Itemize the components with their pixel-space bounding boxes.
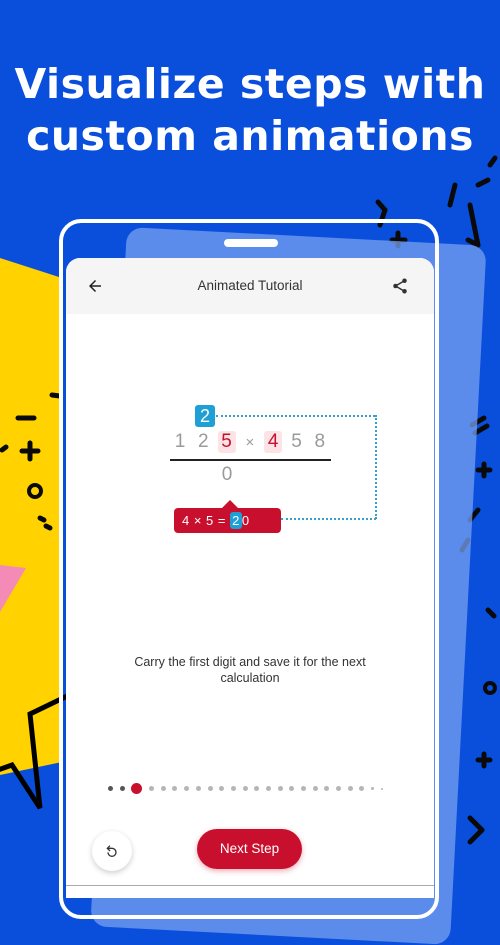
- tooltip-equation: 4 × 5 =: [182, 513, 231, 528]
- next-step-button[interactable]: Next Step: [197, 829, 302, 869]
- promo-headline: Visualize steps with custom animations: [0, 58, 500, 162]
- progress-dot: [230, 786, 236, 791]
- progress-dot: [289, 786, 295, 791]
- progress-dot: [242, 786, 248, 791]
- carry-connector-side: [375, 415, 377, 519]
- progress-dot: [312, 786, 318, 791]
- phone-speaker: [224, 239, 278, 247]
- headline-line-1: Visualize steps with: [14, 60, 486, 108]
- problem-digit: 4: [264, 431, 283, 453]
- headline-line-2: custom animations: [26, 112, 474, 160]
- progress-dot: [371, 787, 375, 790]
- carry-digit: 2: [195, 405, 215, 427]
- progress-dot: [324, 786, 330, 791]
- progress-dot: [359, 786, 365, 791]
- progress-dot: [254, 786, 260, 791]
- progress-dot: [149, 786, 155, 791]
- progress-dot: [172, 786, 178, 791]
- progress-dot: [119, 786, 125, 791]
- carry-connector-bottom: [281, 518, 376, 520]
- progress-dot: [347, 786, 353, 791]
- step-tooltip: 4 × 5 = 20: [174, 500, 281, 533]
- undo-button[interactable]: [92, 831, 132, 871]
- step-progress-indicator: [108, 783, 390, 794]
- progress-dot: [265, 786, 271, 791]
- problem-digit: 8: [314, 431, 326, 452]
- progress-dot-active: [131, 783, 143, 794]
- problem-digit: 5: [217, 431, 236, 453]
- progress-dot: [195, 786, 201, 791]
- tooltip-carry-digit: 2: [230, 512, 242, 529]
- progress-dot: [184, 786, 190, 791]
- progress-dot: [219, 786, 225, 791]
- problem-digit: 5: [291, 431, 302, 452]
- result-line: [170, 459, 331, 461]
- app-screen: Animated Tutorial 2 1 2 5 × 4 5 8 0 4 × 5 = 20…: [66, 258, 434, 898]
- progress-dot: [380, 787, 383, 790]
- nav-divider: [66, 885, 434, 886]
- result-digit: 0: [221, 464, 233, 485]
- carry-connector-top: [216, 415, 375, 417]
- problem-digit: 2: [198, 431, 209, 452]
- problem-digit: 1: [174, 431, 186, 452]
- progress-dot: [207, 786, 213, 791]
- progress-dot: [160, 786, 166, 791]
- undo-icon: [106, 845, 117, 857]
- multiply-sign: ×: [245, 434, 255, 451]
- progress-dot: [108, 786, 113, 791]
- tooltip-remainder: 0: [241, 513, 250, 528]
- progress-dot: [301, 786, 306, 791]
- multiplication-visualizer: 2 1 2 5 × 4 5 8 0 4 × 5 = 20: [66, 258, 434, 898]
- progress-dot: [277, 786, 283, 791]
- yellow-shape: [0, 258, 62, 775]
- progress-dot: [336, 786, 342, 791]
- step-description: Carry the first digit and save it for th…: [134, 655, 366, 685]
